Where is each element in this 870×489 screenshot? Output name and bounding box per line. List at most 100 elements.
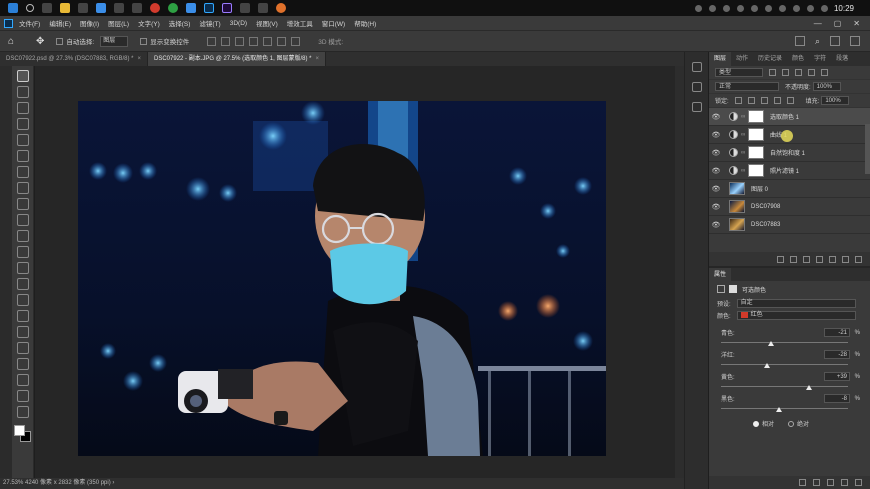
tab-paragraph[interactable]: 段落 bbox=[831, 52, 853, 66]
blur-tool-icon[interactable] bbox=[16, 278, 29, 290]
slider-track[interactable] bbox=[721, 407, 848, 412]
menu-help[interactable]: 帮助(H) bbox=[354, 18, 376, 28]
calendar-icon[interactable] bbox=[114, 3, 124, 13]
move-tool-icon[interactable]: ✥ bbox=[36, 36, 44, 47]
slider-track[interactable] bbox=[721, 341, 848, 346]
crop-tool-icon[interactable] bbox=[16, 134, 29, 146]
visibility-eye-icon[interactable]: 👁 bbox=[709, 185, 723, 193]
slider-knob[interactable] bbox=[806, 385, 813, 390]
blend-mode-select[interactable]: 正常 bbox=[715, 82, 779, 91]
new-layer-icon[interactable] bbox=[842, 255, 849, 263]
wechat-icon[interactable] bbox=[168, 3, 178, 13]
app-icon[interactable] bbox=[240, 3, 250, 13]
lock-position-icon[interactable] bbox=[760, 97, 768, 104]
home-icon[interactable]: ⌂ bbox=[8, 36, 22, 47]
opacity-input[interactable]: 100% bbox=[812, 82, 841, 91]
menu-filter[interactable]: 滤镜(T) bbox=[199, 18, 220, 28]
slider-knob[interactable] bbox=[776, 407, 783, 412]
mask-link-icon[interactable]: ∞ bbox=[741, 114, 746, 120]
slider-knob[interactable] bbox=[768, 341, 775, 346]
premiere-taskbar-icon[interactable] bbox=[222, 3, 232, 13]
link-layers-icon[interactable] bbox=[777, 255, 784, 263]
visibility-eye-icon[interactable]: 👁 bbox=[709, 221, 723, 229]
layer-row[interactable]: 👁 ∞ 照片滤镜 1 bbox=[709, 162, 870, 180]
frame-tool-icon[interactable] bbox=[16, 150, 29, 162]
eyedropper-tool-icon[interactable] bbox=[16, 166, 29, 178]
tray-icon[interactable] bbox=[708, 4, 716, 12]
layer-mask-thumbnail[interactable] bbox=[748, 164, 764, 177]
filter-smart-icon[interactable] bbox=[821, 69, 828, 76]
tab-history[interactable]: 历史记录 bbox=[753, 52, 787, 66]
magenta-value-input[interactable]: -28 bbox=[824, 350, 850, 359]
menu-view[interactable]: 视图(V) bbox=[256, 18, 278, 28]
hand-tool-icon[interactable] bbox=[16, 374, 29, 386]
lasso-tool-icon[interactable] bbox=[16, 102, 29, 114]
delete-layer-icon[interactable] bbox=[855, 255, 862, 263]
view-previous-icon[interactable] bbox=[813, 479, 820, 486]
search-icon[interactable]: ⌕ bbox=[815, 36, 820, 47]
layer-row[interactable]: 👁 ∞ 自然饱和度 1 bbox=[709, 144, 870, 162]
tray-icon[interactable] bbox=[694, 4, 702, 12]
method-relative-radio[interactable]: 相对 bbox=[753, 419, 774, 428]
maximize-button[interactable]: ▢ bbox=[834, 19, 842, 28]
qq-icon[interactable] bbox=[186, 3, 196, 13]
new-group-icon[interactable] bbox=[829, 255, 836, 263]
mask-link-icon[interactable]: ∞ bbox=[741, 132, 746, 138]
yellow-value-input[interactable]: +39 bbox=[824, 372, 850, 381]
marquee-tool-icon[interactable] bbox=[16, 86, 29, 98]
layer-thumbnail[interactable] bbox=[729, 182, 745, 195]
slider-track[interactable] bbox=[721, 385, 848, 390]
visibility-eye-icon[interactable]: 👁 bbox=[709, 131, 723, 139]
gradient-tool-icon[interactable] bbox=[16, 262, 29, 274]
layer-row[interactable]: 👁 ∞ 曲线 1 bbox=[709, 126, 870, 144]
menu-window[interactable]: 窗口(W) bbox=[322, 18, 345, 28]
layer-row[interactable]: 👁 图层 0 bbox=[709, 180, 870, 198]
clip-to-layer-icon[interactable] bbox=[799, 479, 806, 486]
tab-properties[interactable]: 属性 bbox=[709, 267, 732, 282]
mask-link-icon[interactable]: ∞ bbox=[741, 168, 746, 174]
rectangle-tool-icon[interactable] bbox=[16, 358, 29, 370]
layer-kind-select[interactable]: 类型 bbox=[715, 68, 763, 77]
layer-thumbnail[interactable] bbox=[729, 218, 745, 231]
layer-mask-thumbnail[interactable] bbox=[748, 128, 764, 141]
menu-select[interactable]: 选择(S) bbox=[169, 18, 191, 28]
layers-scrollbar[interactable] bbox=[865, 124, 870, 174]
menu-type[interactable]: 文字(Y) bbox=[138, 18, 160, 28]
type-tool-icon[interactable] bbox=[16, 326, 29, 338]
menu-edit[interactable]: 编辑(E) bbox=[49, 18, 71, 28]
canvas-vertical-scrollbar[interactable] bbox=[675, 66, 684, 478]
brush-tool-icon[interactable] bbox=[16, 198, 29, 210]
method-absolute-radio[interactable]: 绝对 bbox=[788, 419, 809, 428]
tab-document-psd[interactable]: DSC07922.psd @ 27.3% (DSC07883, RGB/8) *… bbox=[0, 52, 149, 66]
layer-row[interactable]: 👁 DSC07883 bbox=[709, 216, 870, 234]
app-icon[interactable] bbox=[132, 3, 142, 13]
clone-stamp-tool-icon[interactable] bbox=[16, 214, 29, 226]
slider-track[interactable] bbox=[721, 363, 848, 368]
tab-color[interactable]: 颜色 bbox=[787, 52, 809, 66]
filter-type-icon[interactable] bbox=[795, 69, 802, 76]
app-icon[interactable] bbox=[258, 3, 268, 13]
close-tab-icon[interactable]: × bbox=[315, 56, 319, 62]
eraser-tool-icon[interactable] bbox=[16, 246, 29, 258]
history-panel-icon[interactable] bbox=[691, 82, 702, 92]
edge-browser-icon[interactable] bbox=[96, 3, 106, 13]
export-icon[interactable] bbox=[850, 36, 860, 46]
menu-plugins[interactable]: 增效工具 bbox=[287, 18, 313, 28]
visibility-eye-icon[interactable]: 👁 bbox=[709, 113, 723, 121]
mask-link-icon[interactable]: ∞ bbox=[741, 150, 746, 156]
tray-icon[interactable] bbox=[792, 4, 800, 12]
black-value-input[interactable]: -8 bbox=[824, 394, 850, 403]
more-tools-icon[interactable] bbox=[16, 406, 29, 418]
lock-artboard-icon[interactable] bbox=[773, 97, 781, 104]
recorder-icon[interactable] bbox=[276, 3, 286, 13]
fill-input[interactable]: 100% bbox=[821, 96, 850, 105]
share-icon[interactable] bbox=[794, 36, 805, 46]
workspace-icon[interactable] bbox=[830, 36, 840, 46]
preset-select[interactable]: 自定 bbox=[736, 298, 856, 308]
visibility-eye-icon[interactable]: 👁 bbox=[709, 149, 723, 157]
layer-mask-thumbnail[interactable] bbox=[748, 110, 764, 123]
menu-layer[interactable]: 图层(L) bbox=[108, 18, 129, 28]
windows-start-icon[interactable] bbox=[8, 3, 18, 13]
tray-icon[interactable] bbox=[722, 4, 730, 12]
dodge-tool-icon[interactable] bbox=[16, 294, 29, 306]
